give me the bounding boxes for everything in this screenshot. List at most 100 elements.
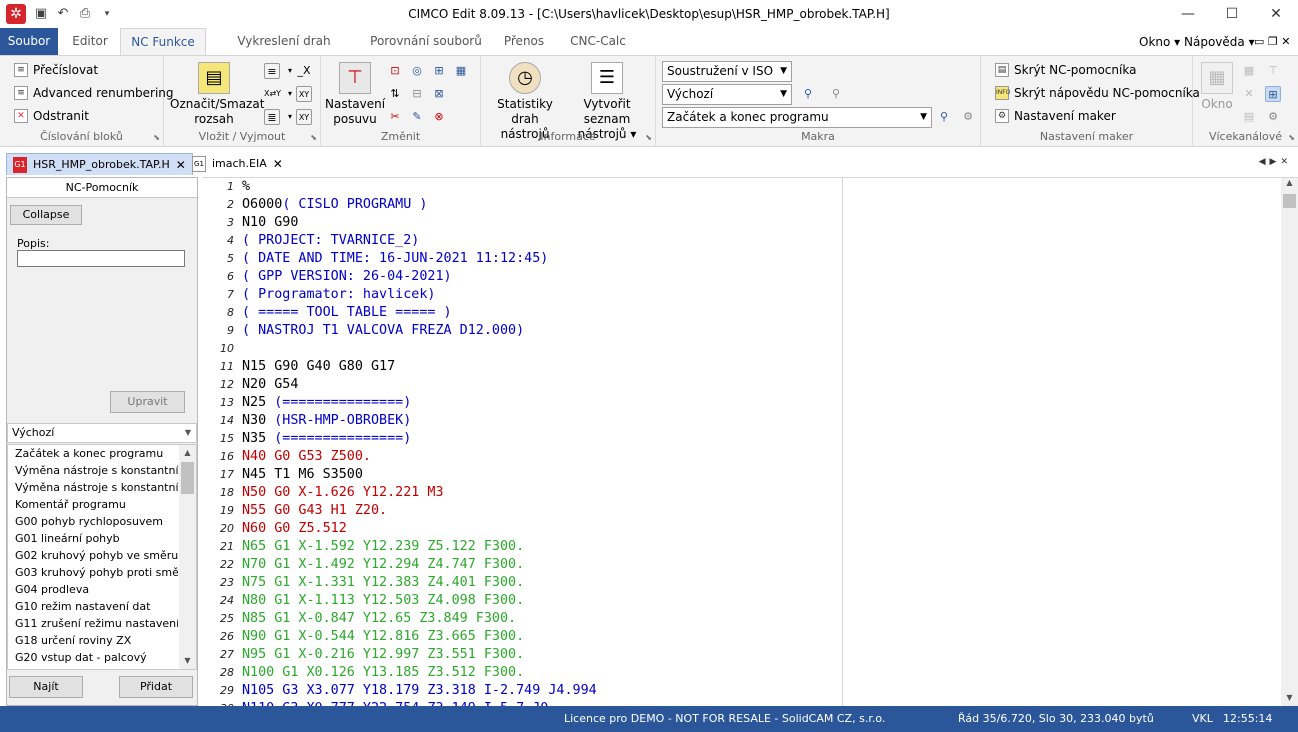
tab-soubor[interactable]: Soubor (0, 28, 58, 55)
macro-list-item[interactable]: Komentář programu (8, 496, 178, 513)
code-line[interactable]: 18 N50 G0 X-1.626 Y12.221 M3 (202, 484, 1281, 502)
macro-settings-icon[interactable]: ⚙ (960, 109, 976, 125)
macro-set-select[interactable]: Výchozí ▼ (662, 84, 792, 105)
odstranit-button[interactable]: ✕ Odstranit (14, 109, 89, 123)
code-line[interactable]: 11 N15 G90 G40 G80 G17 (202, 358, 1281, 376)
code-line[interactable]: 21 N65 G1 X-1.592 Y12.239 Z5.122 F300. (202, 538, 1281, 556)
code-line[interactable]: 19 N55 G0 G43 H1 Z20. (202, 502, 1281, 520)
oznacit-smazat-button[interactable]: ▤ Označit/Smazat rozsah (170, 62, 264, 127)
scroll-thumb[interactable] (1283, 194, 1296, 208)
code-line[interactable]: 26 N90 G1 X-0.544 Y12.816 Z3.665 F300. (202, 628, 1281, 646)
upravit-button[interactable]: Upravit (110, 391, 185, 413)
macro-list-item[interactable]: G02 kruhový pohyb ve směru h... (8, 547, 178, 564)
macro-category-select[interactable]: Výchozí ▼ (7, 423, 197, 443)
code-line[interactable]: 28 N100 G1 X0.126 Y13.185 Z3.512 F300. (202, 664, 1281, 682)
macro-list-item[interactable]: G10 režim nastavení dat (8, 598, 178, 615)
najit-button[interactable]: Najít (9, 676, 83, 698)
code-line[interactable]: 2 O6000( CISLO PROGRAMU ) (202, 196, 1281, 214)
tab-editor[interactable]: Editor (64, 28, 116, 55)
tab-cnc-calc[interactable]: CNC-Calc (560, 28, 636, 55)
code-line[interactable]: 29 N105 G3 X3.077 Y18.179 Z3.318 I-2.749 … (202, 682, 1281, 700)
scroll-up-icon[interactable]: ▲ (179, 445, 196, 461)
code-line[interactable]: 4 ( PROJECT: TVARNICE_2) (202, 232, 1281, 250)
code-line[interactable]: 9 ( NASTROJ T1 VALCOVA FREZA D12.000) (202, 322, 1281, 340)
tab-nc-funkce[interactable]: NC Funkce (120, 28, 206, 56)
scale-icon[interactable]: ⊠ (431, 86, 447, 102)
code-line[interactable]: 16 N40 G0 G53 Z500. (202, 448, 1281, 466)
close-button[interactable]: ✕ (1254, 0, 1298, 28)
precislovat-button[interactable]: ≡ Přečíslovat (14, 63, 98, 77)
macro-list-item[interactable]: G04 prodleva (8, 581, 178, 598)
scroll-thumb[interactable] (181, 462, 194, 494)
code-line[interactable]: 7 ( Programator: havlicek) (202, 286, 1281, 304)
dialog-launcher-icon[interactable]: ⬊ (310, 133, 317, 142)
channel-layout-icon[interactable]: ⊞ (1265, 86, 1281, 102)
list-scrollbar[interactable]: ▲ ▼ (179, 445, 196, 669)
xy-icon[interactable]: XY (296, 86, 312, 102)
code-line[interactable]: 13 N25 (===============) (202, 394, 1281, 412)
code-line[interactable]: 27 N95 G1 X-0.216 Y12.997 Z3.551 F300. (202, 646, 1281, 664)
code-line[interactable]: 24 N80 G1 X-1.113 Y12.503 Z4.098 F300. (202, 592, 1281, 610)
channel-icon[interactable]: ▦ (1241, 63, 1257, 79)
macro-search-icon[interactable]: ⚲ (800, 86, 816, 102)
nastaveni-maker-button[interactable]: ⚙ Nastavení maker (995, 109, 1116, 123)
code-editor[interactable]: 1% 2 O6000( CISLO PROGRAMU ) 3 N10 G90 4 ( PRO… (202, 177, 1298, 706)
list-icon[interactable]: ≣ (264, 109, 280, 125)
code-line[interactable]: 15 N35 (===============) (202, 430, 1281, 448)
code-line[interactable]: 20 N60 G0 Z5.512 (202, 520, 1281, 538)
tab-vykresleni[interactable]: Vykreslení drah nástrojů (212, 28, 356, 75)
channel-sync-icon[interactable]: ⊤ (1265, 63, 1281, 79)
close-tab-icon[interactable]: ✕ (273, 154, 283, 174)
code-line[interactable]: 6 ( GPP VERSION: 26-04-2021) (202, 268, 1281, 286)
minimize-button[interactable]: — (1166, 0, 1210, 28)
channel-settings-icon[interactable]: ⚙ (1265, 109, 1281, 125)
swap-xy-icon[interactable]: X⇄Y (264, 86, 281, 102)
sort-icon[interactable]: ⇅ (387, 86, 403, 102)
code-line[interactable]: 23 N75 G1 X-1.331 Y12.383 Z4.401 F300. (202, 574, 1281, 592)
dialog-launcher-icon[interactable]: ⬊ (153, 133, 160, 142)
code-line[interactable]: 12 N20 G54 (202, 376, 1281, 394)
close-tab-icon[interactable]: ✕ (176, 155, 186, 175)
cut-icon[interactable]: _X (296, 63, 312, 79)
nastaveni-posuvu-button[interactable]: ⊤ Nastavení posuvu (325, 62, 385, 127)
dialog-launcher-icon[interactable]: ⬊ (645, 133, 652, 142)
spindle-icon[interactable]: ⊡ (387, 63, 403, 79)
macro-run-icon[interactable]: ⚲ (936, 109, 952, 125)
doc-tab-hsr[interactable]: G1 HSR_HMP_obrobek.TAP.H ✕ (6, 153, 193, 175)
scroll-down-icon[interactable]: ▼ (1281, 693, 1298, 706)
doc-tab-imach[interactable]: G1 imach.EIA ✕ (186, 153, 289, 175)
code-line[interactable]: 3 N10 G90 (202, 214, 1281, 232)
code-line[interactable]: 5 ( DATE AND TIME: 16-JUN-2021 11:12:45) (202, 250, 1281, 268)
tab-porovnani[interactable]: Porovnání souborů (364, 28, 488, 55)
code-line[interactable]: 14 N30 (HSR-HMP-OBROBEK) (202, 412, 1281, 430)
dialog-launcher-icon[interactable]: ⬊ (1288, 133, 1295, 142)
code-line[interactable]: 17 N45 T1 M6 S3500 (202, 466, 1281, 484)
maximize-button[interactable]: ☐ (1210, 0, 1254, 28)
macro-list-item[interactable]: G01 lineární pohyb (8, 530, 178, 547)
macro-list-item[interactable]: Výměna nástroje s konstantní ř... (8, 462, 178, 479)
macro-list-item[interactable]: G00 pohyb rychloposuvem (8, 513, 178, 530)
macro-list-item[interactable]: Začátek a konec programu (8, 445, 178, 462)
collapse-button[interactable]: Collapse (10, 205, 82, 225)
tab-prenos[interactable]: Přenos (496, 28, 552, 55)
channel-close-icon[interactable]: ✕ (1241, 86, 1257, 102)
macro-list-item[interactable]: G20 vstup dat - palcový (8, 649, 178, 666)
skryt-napovedu-button[interactable]: INFO Skrýt nápovědu NC-pomocníka (995, 86, 1200, 100)
rotate-icon[interactable]: ◎ (409, 63, 425, 79)
code-line[interactable]: 8 ( ===== TOOL TABLE ===== ) (202, 304, 1281, 322)
macro-list-item[interactable]: G11 zrušení režimu nastavení dat (8, 615, 178, 632)
macro-select[interactable]: Začátek a konec programu ▼ (662, 107, 932, 128)
napoveda-menu[interactable]: Nápověda ▾ (1184, 35, 1255, 49)
popis-field[interactable] (17, 250, 185, 267)
tool-change-icon[interactable]: ✂ (387, 109, 403, 125)
macro-list-item[interactable]: G18 určení roviny ZX (8, 632, 178, 649)
okno-menu[interactable]: Okno ▾ (1139, 35, 1180, 49)
code-line[interactable]: 22 N70 G1 X-1.492 Y12.294 Z4.747 F300. (202, 556, 1281, 574)
okno-button[interactable]: ▦ Okno (1197, 62, 1237, 112)
macro-type-select[interactable]: Soustružení v ISO ▼ (662, 61, 792, 82)
skryt-nc-pomocnika-button[interactable]: ▤ Skrýt NC-pomocníka (995, 63, 1136, 77)
macro-list-item[interactable]: G03 kruhový pohyb proti směru ... (8, 564, 178, 581)
insert-block-icon[interactable]: ≡ (264, 63, 280, 79)
channel-list-icon[interactable]: ▤ (1241, 109, 1257, 125)
ribbon-restore-icons[interactable]: ▭ ❐ ✕ (1254, 35, 1290, 48)
